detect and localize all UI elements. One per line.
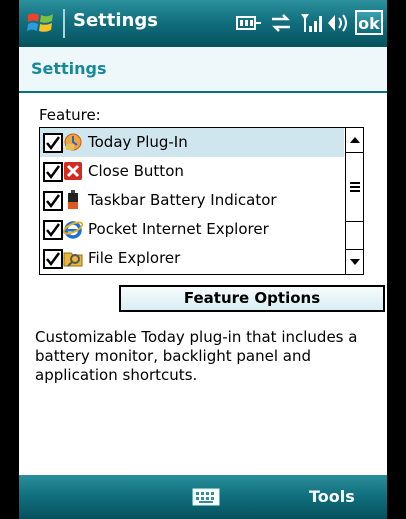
sync-icon[interactable] — [269, 12, 293, 34]
list-item-partial[interactable] — [40, 273, 344, 274]
grip-icon — [350, 182, 360, 192]
tools-menu-button[interactable]: Tools — [309, 487, 355, 506]
scroll-up-button[interactable] — [346, 128, 363, 153]
checkmark-icon — [46, 223, 61, 238]
window-title: Settings — [73, 10, 158, 31]
checkmark-icon — [46, 165, 61, 180]
close-red-x-icon — [64, 162, 82, 180]
file-explorer-icon — [63, 252, 83, 267]
list-item-label: Pocket Internet Explorer — [88, 220, 269, 238]
keyboard-icon[interactable] — [192, 488, 220, 506]
feature-options-button[interactable]: Feature Options — [119, 285, 385, 312]
arrow-down-icon — [350, 259, 360, 265]
title-bar: Settings ok — [19, 0, 387, 47]
battery-icon — [68, 190, 78, 209]
menu-bar: Tools — [19, 475, 387, 519]
windows-flag-icon[interactable] — [25, 8, 57, 38]
ok-button[interactable]: ok — [355, 10, 383, 35]
connectivity-icon[interactable] — [235, 12, 263, 34]
signal-icon[interactable] — [299, 12, 323, 34]
volume-icon[interactable] — [326, 12, 350, 34]
arrow-up-icon — [350, 137, 360, 143]
checkbox[interactable] — [43, 133, 63, 153]
list-item[interactable]: Close Button — [40, 157, 344, 186]
page-header: Settings — [19, 47, 387, 93]
checkbox[interactable] — [43, 162, 63, 182]
checkbox[interactable] — [43, 220, 63, 240]
list-item[interactable]: Today Plug-In — [40, 128, 344, 157]
today-plugin-icon — [64, 133, 82, 151]
list-item-label: Taskbar Battery Indicator — [88, 191, 277, 209]
list-item[interactable]: Taskbar Battery Indicator — [40, 186, 344, 215]
checkbox[interactable] — [43, 249, 63, 269]
checkbox[interactable] — [43, 191, 63, 211]
checkmark-icon — [46, 194, 61, 209]
list-item-label: Close Button — [88, 162, 184, 180]
list-item[interactable]: File Explorer — [40, 244, 344, 273]
feature-label: Feature: — [39, 106, 101, 124]
scrollbar[interactable] — [345, 128, 363, 274]
list-item-label: File Explorer — [88, 249, 181, 267]
page-title: Settings — [31, 59, 107, 78]
list-item-label: Today Plug-In — [88, 133, 188, 151]
title-separator — [63, 9, 65, 38]
feature-description: Customizable Today plug-in that includes… — [35, 328, 358, 384]
internet-explorer-icon — [63, 221, 83, 239]
checkmark-icon — [46, 136, 61, 151]
scroll-thumb[interactable] — [346, 153, 363, 222]
checkmark-icon — [46, 252, 61, 267]
feature-listbox[interactable]: Today Plug-In Close Button Taskbar Batte… — [39, 127, 364, 275]
list-item[interactable]: Pocket Internet Explorer — [40, 215, 344, 244]
device-screen: Settings ok Settings Feature: Today Plug… — [19, 0, 387, 519]
scroll-down-button[interactable] — [346, 249, 363, 274]
